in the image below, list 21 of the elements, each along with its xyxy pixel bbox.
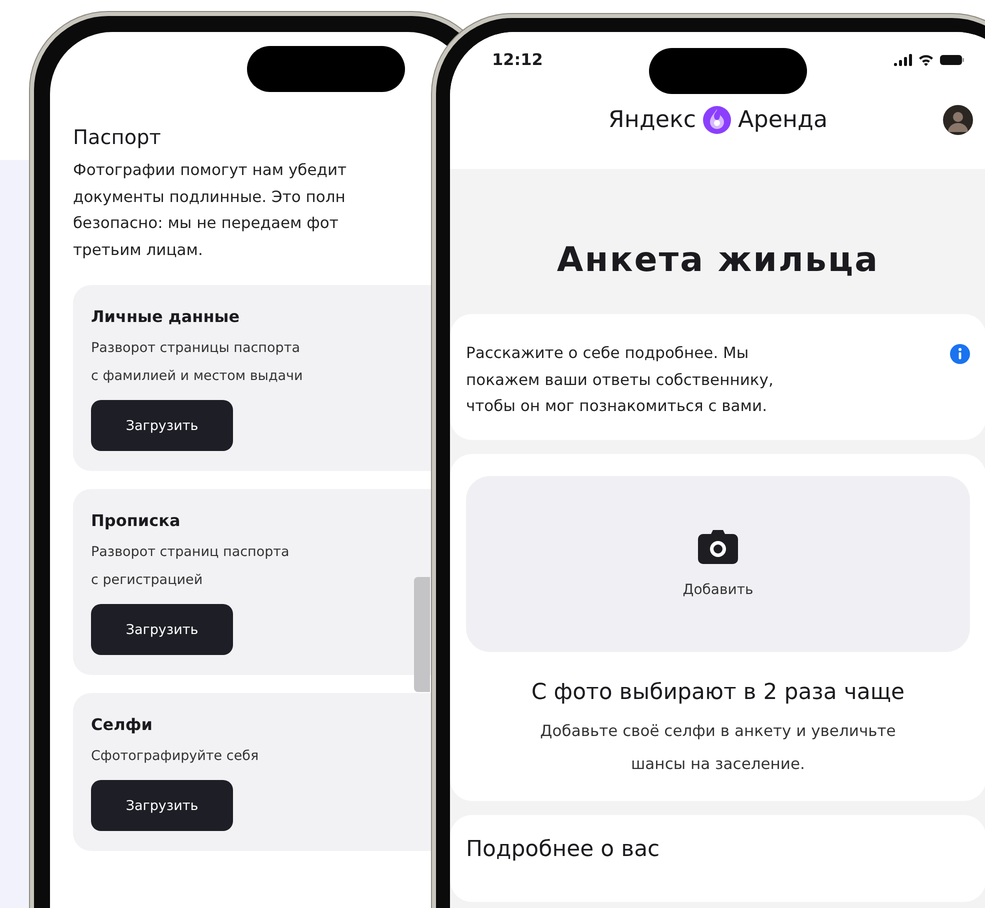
card-description: Разворот страницы паспорта с фамилией и местом выдачи xyxy=(91,339,303,386)
intro-text: Расскажите о себе подробнее. Мы покажем ваши ответы собственнику, чтобы он мог познакомиться с вами. xyxy=(466,343,774,417)
card-title: Селфи xyxy=(91,715,152,734)
section-title: Паспорт xyxy=(73,125,162,149)
add-label: Добавить xyxy=(682,582,754,598)
card-description: Разворот страниц паспорта с регистрацией xyxy=(91,543,290,590)
card-text: Добавьте своё селфи в анкету и увеличьте шансы на заселение. xyxy=(540,720,896,774)
card-description: Сфотографируйте себя xyxy=(91,747,259,766)
upload-button[interactable]: Загрузить xyxy=(91,400,233,451)
intro-text: Фотографии помогут нам убедит документы подлинные. Это полн безопасно: мы не передаем фот третьим лицам. xyxy=(73,160,348,260)
add-photo-button[interactable]: Добавить xyxy=(466,476,970,652)
page-title: Анкета жильца xyxy=(556,240,880,280)
brand-name: Яндекс xyxy=(608,107,696,133)
upload-button[interactable]: Загрузить xyxy=(91,780,233,831)
product-name: Аренда xyxy=(738,107,828,133)
card-title: Прописка xyxy=(91,511,180,530)
card-heading: С фото выбирают в 2 раза чаще xyxy=(531,680,905,704)
status-time: 12:12 xyxy=(492,50,543,69)
card-title: Личные данные xyxy=(91,307,240,326)
upload-button[interactable]: Загрузить xyxy=(91,604,233,655)
section-title: Подробнее о вас xyxy=(466,836,661,862)
